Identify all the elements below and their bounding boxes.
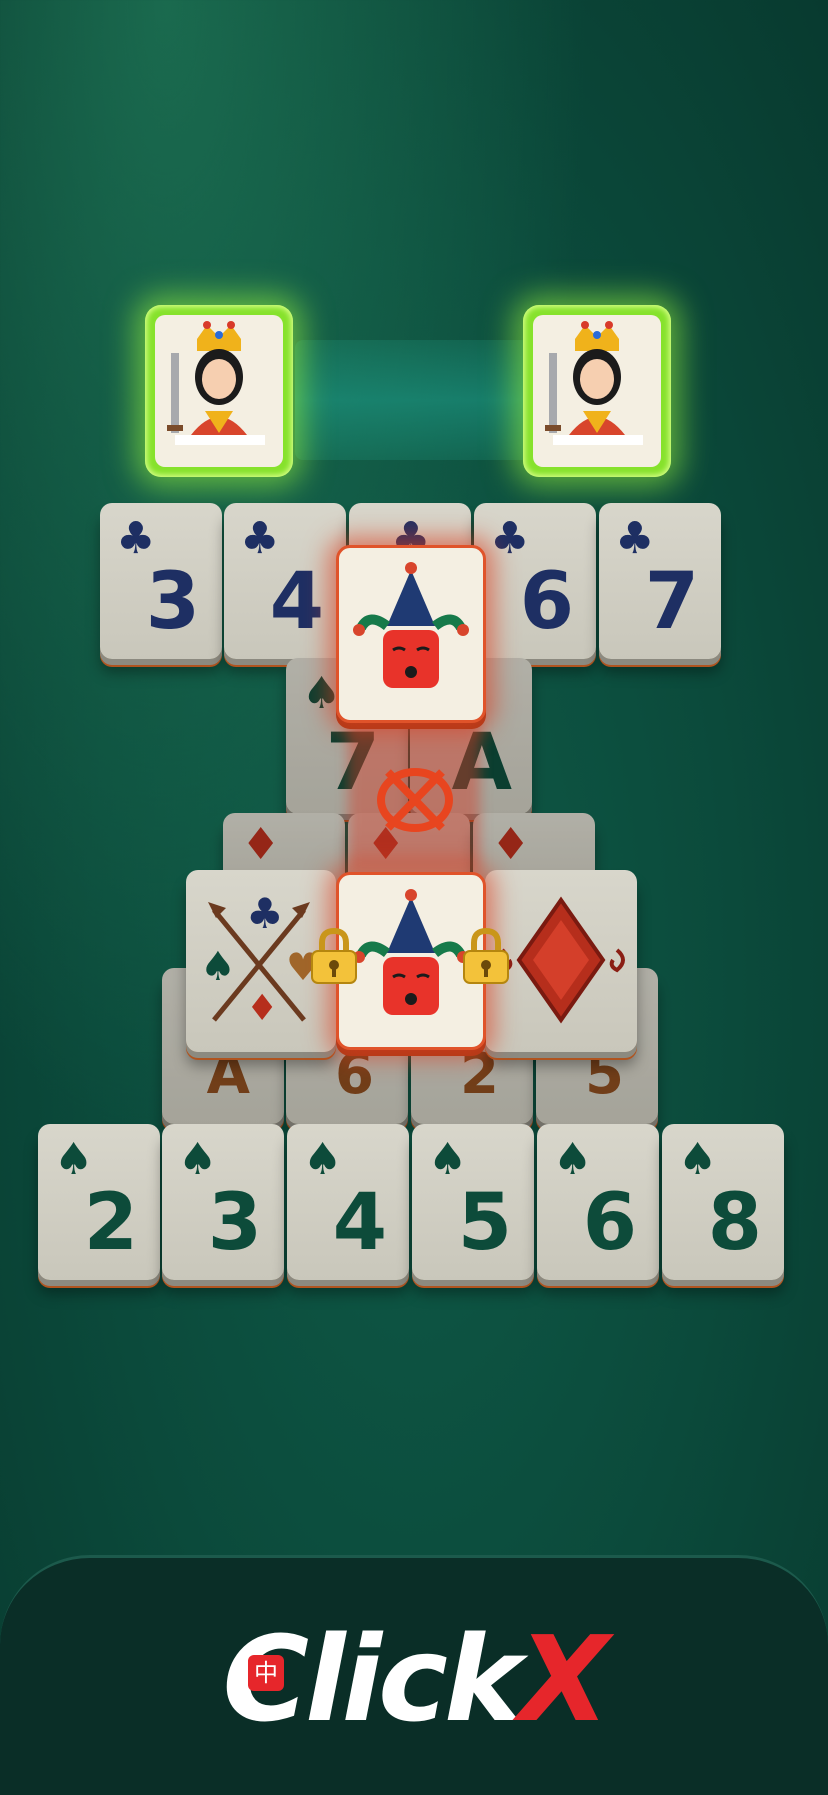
no-match-icon <box>377 768 453 832</box>
spade-icon: ♠ <box>303 1134 343 1185</box>
mahjong-badge-icon: 中 <box>248 1655 284 1691</box>
tile-value: 6 <box>519 557 574 647</box>
diamond-icon: ♦ <box>241 819 281 870</box>
spade-icon: ♠ <box>178 1134 218 1185</box>
tile-spades-8[interactable]: ♠ 8 <box>662 1124 784 1280</box>
queen-card-face <box>155 315 283 467</box>
spade-icon: ♠ <box>553 1134 593 1185</box>
tile-spades-5[interactable]: ♠ 5 <box>412 1124 534 1280</box>
tile-clubs-6[interactable]: ♣ 6 <box>474 503 596 659</box>
tile-spades-3[interactable]: ♠ 3 <box>162 1124 284 1280</box>
club-icon: ♣ <box>240 513 280 564</box>
svg-text:♣: ♣ <box>246 889 284 938</box>
tile-value: 4 <box>269 557 324 647</box>
tile-clubs-4[interactable]: ♣ 4 <box>224 503 346 659</box>
tile-value: 8 <box>707 1178 762 1268</box>
tile-value: 2 <box>83 1178 138 1268</box>
selected-queen-tile-right[interactable] <box>523 305 671 477</box>
tile-spades-4[interactable]: ♠ 4 <box>287 1124 409 1280</box>
selected-queen-tile-left[interactable] <box>145 305 293 477</box>
tile-value: 4 <box>332 1178 387 1268</box>
lock-icon <box>463 927 509 984</box>
queen-icon <box>545 321 643 445</box>
lock-icon <box>311 927 357 984</box>
svg-text:♦: ♦ <box>246 988 278 1029</box>
club-icon: ♣ <box>490 513 530 564</box>
club-icon: ♣ <box>615 513 655 564</box>
match-beam <box>295 340 535 460</box>
spade-icon: ♠ <box>54 1134 94 1185</box>
joker-icon <box>353 562 469 688</box>
tile-spades-2[interactable]: ♠ 2 <box>38 1124 160 1280</box>
spade-icon: ♠ <box>678 1134 718 1185</box>
clickx-logo: ClickX <box>0 1610 828 1748</box>
tile-value: 6 <box>582 1178 637 1268</box>
tile-spades-6[interactable]: ♠ 6 <box>537 1124 659 1280</box>
tile-value: 7 <box>644 557 699 647</box>
spade-icon: ♠ <box>428 1134 468 1185</box>
queen-card-face <box>533 315 661 467</box>
tile-clubs-3[interactable]: ♣ 3 <box>100 503 222 659</box>
joker-tile-top[interactable] <box>336 545 486 723</box>
club-icon: ♣ <box>116 513 156 564</box>
diamond-icon: ♦ <box>491 819 531 870</box>
tile-value: 5 <box>457 1178 512 1268</box>
tile-clubs-7[interactable]: ♣ 7 <box>599 503 721 659</box>
tile-value: 3 <box>207 1178 262 1268</box>
logo-x: X <box>518 1610 609 1748</box>
tile-value: 3 <box>145 557 200 647</box>
svg-text:♠: ♠ <box>200 944 236 990</box>
queen-icon <box>167 321 265 445</box>
